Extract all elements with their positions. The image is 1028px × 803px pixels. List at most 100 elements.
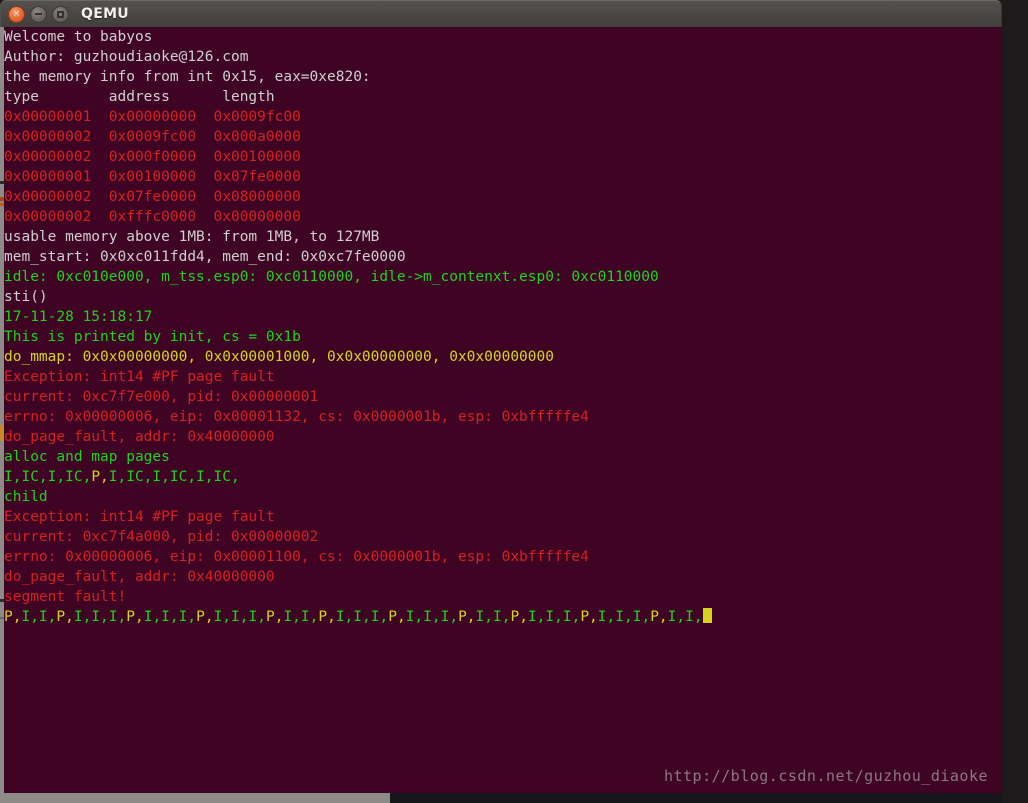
console-text-run: P, <box>265 609 284 625</box>
console-line: alloc and map pages <box>4 447 1000 467</box>
close-button[interactable]: × <box>8 5 25 23</box>
console-line: type address length <box>4 87 1000 107</box>
window-titlebar[interactable]: × QEMU <box>0 0 1002 27</box>
console-text-run: errno: 0x00000006, eip: 0x00001132, cs: … <box>4 409 589 425</box>
console-text-run: alloc and map pages <box>4 449 170 465</box>
console-text-run: Exception: int14 #PF page fault <box>4 509 275 525</box>
desktop-right-gutter <box>1002 0 1028 803</box>
console-text-run: type address length <box>4 89 275 105</box>
console-text-run: P, <box>650 609 668 625</box>
desktop-bottom-strip <box>0 793 390 803</box>
console-text-run: 0x00000002 0x07fe0000 0x08000000 <box>4 189 301 205</box>
console-text-run: P, <box>126 609 144 625</box>
console-line: do_mmap: 0x0x00000000, 0x0x00001000, 0x0… <box>4 347 1000 367</box>
console-line: sti() <box>4 287 1000 307</box>
console-text-run: 0x00000001 0x00100000 0x07fe0000 <box>4 169 301 185</box>
window-title: QEMU <box>81 6 129 22</box>
console-text-run: P, <box>91 469 109 485</box>
console-text-run: 0x00000001 0x00000000 0x0009fc00 <box>4 109 301 125</box>
console-line: 0x00000002 0xfffc0000 0x00000000 <box>4 207 1000 227</box>
console-text-run: 17-11-28 15:18:17 <box>4 309 153 325</box>
console-line: do_page_fault, addr: 0x40000000 <box>4 567 1000 587</box>
console-text-run: I,I,I, <box>597 609 651 625</box>
console-text-run: I,I,I, <box>143 609 197 625</box>
text-cursor <box>702 608 712 623</box>
console-text-run: do_page_fault, addr: 0x40000000 <box>4 569 275 585</box>
console-text-run: 0x00000002 0xfffc0000 0x00000000 <box>4 209 301 225</box>
maximize-button[interactable] <box>52 5 69 23</box>
console-text-run: P, <box>388 609 406 625</box>
console-line: current: 0xc7f7e000, pid: 0x00000001 <box>4 387 1000 407</box>
qemu-console-screen[interactable]: Welcome to babyos Author: guzhoudiaoke@12… <box>0 27 1002 793</box>
console-line: Author: guzhoudiaoke@126.com <box>4 47 1000 67</box>
console-line: 0x00000002 0x0009fc00 0x000a0000 <box>4 127 1000 147</box>
console-line: segment fault! <box>4 587 1000 607</box>
minimize-icon <box>31 7 46 22</box>
console-line: do_page_fault, addr: 0x40000000 <box>4 427 1000 447</box>
console-text-run: segment fault! <box>4 589 127 605</box>
console-text-run: I,I, <box>667 609 703 625</box>
console-line: errno: 0x00000006, eip: 0x00001100, cs: … <box>4 547 1000 567</box>
console-text-run: I,I, <box>21 609 57 625</box>
console-text-run: Exception: int14 #PF page fault <box>4 369 275 385</box>
console-line: errno: 0x00000006, eip: 0x00001132, cs: … <box>4 407 1000 427</box>
console-line: Exception: int14 #PF page fault <box>4 367 1000 387</box>
console-text-run: Author: guzhoudiaoke@126.com <box>4 49 249 65</box>
console-text-run: I,I,I, <box>405 609 459 625</box>
qemu-window: × QEMU Welcome to babyos Author: guzhoudi… <box>0 0 1002 803</box>
console-line: Exception: int14 #PF page fault <box>4 507 1000 527</box>
minimize-button[interactable] <box>30 5 47 23</box>
console-line: Welcome to babyos <box>4 27 1000 47</box>
console-text-run: sti() <box>4 289 48 305</box>
console-text-run: mem_start: 0x0xc011fdd4, mem_end: 0x0xc7… <box>4 249 406 265</box>
console-text-run: the memory info from int 0x15, eax=0xe82… <box>4 69 371 85</box>
console-text-run: I,IC,I,IC,I,IC, <box>108 469 240 485</box>
console-text-run: P, <box>510 609 528 625</box>
console-text-run: P, <box>196 609 214 625</box>
console-text-run: do_mmap: 0x0x00000000, 0x0x00001000, 0x0… <box>4 349 554 365</box>
desktop-bottom-strip-dark <box>390 793 1028 803</box>
close-icon: × <box>12 8 21 19</box>
console-text-run: I,I,I, <box>213 609 266 625</box>
console-line: the memory info from int 0x15, eax=0xe82… <box>4 67 1000 87</box>
console-text-run: P, <box>318 609 336 625</box>
desktop-background: × QEMU Welcome to babyos Author: guzhoudi… <box>0 0 1028 803</box>
console-line: idle: 0xc010e000, m_tss.esp0: 0xc0110000… <box>4 267 1000 287</box>
console-line: P,I,I,P,I,I,I,P,I,I,I,P,I,I,I,P,I,I,P,I,… <box>4 607 1000 627</box>
console-text-run: P, <box>56 609 74 625</box>
console-line: 17-11-28 15:18:17 <box>4 307 1000 327</box>
console-text-run: current: 0xc7f4a000, pid: 0x00000002 <box>4 529 319 545</box>
console-text-run: P, <box>580 609 598 625</box>
console-line: 0x00000002 0x000f0000 0x00100000 <box>4 147 1000 167</box>
console-text-run: usable memory above 1MB: from 1MB, to 12… <box>4 229 380 245</box>
console-text-run: P, <box>458 609 476 625</box>
console-text-run: I,I,I, <box>73 609 127 625</box>
console-line: I,IC,I,IC,P,I,IC,I,IC,I,IC, <box>4 467 1000 487</box>
console-line: 0x00000001 0x00000000 0x0009fc00 <box>4 107 1000 127</box>
console-text-run: idle: 0xc010e000, m_tss.esp0: 0xc0110000… <box>4 269 659 285</box>
console-line: usable memory above 1MB: from 1MB, to 12… <box>4 227 1000 247</box>
console-text-run: child <box>4 489 48 505</box>
console-text-run: I,I, <box>475 609 511 625</box>
console-text-run: I,I, <box>283 609 319 625</box>
console-text-run: I,I,I, <box>527 609 581 625</box>
console-line: mem_start: 0x0xc011fdd4, mem_end: 0x0xc7… <box>4 247 1000 267</box>
console-text-run: P, <box>4 609 22 625</box>
console-text-run: I,I,I, <box>335 609 389 625</box>
console-line: 0x00000001 0x00100000 0x07fe0000 <box>4 167 1000 187</box>
console-text-run: I,IC,I,IC, <box>4 469 92 485</box>
maximize-icon <box>53 7 68 22</box>
console-text-run: do_page_fault, addr: 0x40000000 <box>4 429 275 445</box>
console-line: This is printed by init, cs = 0x1b <box>4 327 1000 347</box>
console-text-run: Welcome to babyos <box>4 29 153 45</box>
console-line: child <box>4 487 1000 507</box>
console-text-run: errno: 0x00000006, eip: 0x00001100, cs: … <box>4 549 589 565</box>
console-text-run: 0x00000002 0x000f0000 0x00100000 <box>4 149 301 165</box>
console-line: current: 0xc7f4a000, pid: 0x00000002 <box>4 527 1000 547</box>
console-text-run: 0x00000002 0x0009fc00 0x000a0000 <box>4 129 301 145</box>
console-line: 0x00000002 0x07fe0000 0x08000000 <box>4 187 1000 207</box>
console-text-run: This is printed by init, cs = 0x1b <box>4 329 301 345</box>
watermark-url: http://blog.csdn.net/guzhou_diaoke <box>663 767 988 785</box>
console-text-run: current: 0xc7f7e000, pid: 0x00000001 <box>4 389 319 405</box>
console-text-output: Welcome to babyos Author: guzhoudiaoke@12… <box>4 27 1000 793</box>
